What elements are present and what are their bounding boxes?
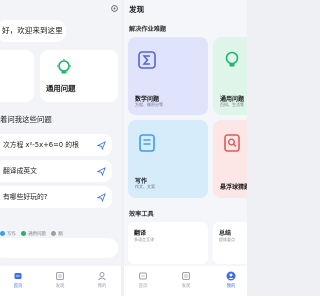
tile-floating-ball[interactable]: 悬浮球猜题: [213, 120, 247, 198]
category-card-label: 通用问题: [46, 84, 76, 93]
send-icon: [97, 141, 106, 150]
sigma-icon: [138, 51, 156, 69]
nav-home[interactable]: 首页: [5, 271, 31, 289]
page-title: 发现: [129, 5, 145, 14]
tool-subtitle: 提炼要点: [219, 237, 235, 242]
profile-icon: [226, 271, 236, 281]
profile-icon: [98, 272, 106, 281]
tile-subtitle: 作文、文案: [135, 184, 155, 189]
nav-label: 我的: [97, 284, 107, 289]
nav-label: 我的: [226, 284, 236, 289]
tile-title: 悬浮球猜题: [220, 184, 247, 191]
home-icon: [139, 272, 147, 280]
suggested-question-text: 翻译成英文: [3, 167, 37, 175]
chip-general[interactable]: 通用问题: [21, 231, 46, 237]
bottom-nav: 首页 发现 我的: [124, 266, 247, 296]
chip-translate[interactable]: 翻: [51, 231, 63, 237]
bottom-nav: 首页 发现 我的: [0, 266, 121, 296]
chip-label: 写作: [7, 232, 16, 237]
tile-math[interactable]: 数学问题 方程、微积分等: [128, 37, 208, 115]
nav-label: 首页: [138, 284, 148, 289]
lightbulb-icon: [225, 51, 239, 67]
nav-profile[interactable]: 我的: [89, 271, 115, 289]
tool-title: 翻译: [134, 230, 147, 237]
lightbulb-icon: [57, 59, 71, 74]
nav-discover[interactable]: 发现: [173, 271, 199, 289]
chip-label: 通用问题: [28, 232, 46, 237]
nav-home[interactable]: 首页: [130, 271, 156, 289]
nav-profile[interactable]: 我的: [218, 271, 244, 289]
settings-icon[interactable]: [110, 4, 119, 13]
tool-subtitle: 多语言互译: [134, 237, 154, 242]
quick-category-chips: 写作 通用问题 翻: [0, 231, 67, 237]
tile-writing[interactable]: 写作 作文、文案: [128, 120, 208, 198]
suggested-question[interactable]: 有哪些好玩的?: [0, 186, 112, 208]
tile-subtitle: 百科、生活等: [220, 102, 244, 107]
chip-label: 翻: [58, 232, 63, 237]
tool-summary[interactable]: 总结 提炼要点: [213, 222, 247, 264]
send-icon: [97, 193, 106, 202]
discover-icon: [56, 272, 64, 280]
category-card-partial[interactable]: [0, 50, 34, 102]
document-icon: [139, 134, 155, 152]
suggestions-title: 着问我这些问题: [0, 115, 52, 124]
tool-translate[interactable]: 翻译 多语言互译: [128, 222, 208, 264]
discover-icon: [182, 272, 190, 280]
nav-label: 首页: [13, 284, 23, 289]
tools-section-title: 效率工具: [129, 211, 154, 218]
discover-screen: 发现 解决作业难题 数学问题 方程、微积分等 通用问题 百科、生活等 写作 作文…: [124, 0, 247, 296]
greeting-bubble: 好，欢迎来到这里: [0, 20, 66, 42]
nav-label: 发现: [181, 284, 191, 289]
suggested-question-text: 有哪些好玩的?: [3, 193, 48, 201]
home-icon: [14, 273, 22, 279]
tool-title: 总结: [219, 230, 232, 237]
chat-input[interactable]: [0, 238, 118, 258]
chip-writing[interactable]: 写作: [0, 231, 16, 237]
nav-discover[interactable]: 发现: [47, 271, 73, 289]
send-icon: [97, 167, 106, 176]
section-title: 解决作业难题: [129, 26, 167, 33]
nav-label: 发现: [55, 284, 65, 289]
suggested-question[interactable]: 次方程 x²-5x+6=0 的根: [0, 134, 112, 156]
category-card-general[interactable]: 通用问题: [40, 50, 118, 102]
chat-home-screen: 好，欢迎来到这里 通用问题 着问我这些问题 次方程 x²-5x+6=0 的根 翻…: [0, 0, 121, 296]
suggested-question[interactable]: 翻译成英文: [0, 160, 112, 182]
tile-subtitle: 方程、微积分等: [135, 102, 163, 107]
suggested-question-text: 次方程 x²-5x+6=0 的根: [3, 141, 79, 149]
search-doc-icon: [224, 134, 240, 152]
tile-general[interactable]: 通用问题 百科、生活等: [213, 37, 247, 115]
